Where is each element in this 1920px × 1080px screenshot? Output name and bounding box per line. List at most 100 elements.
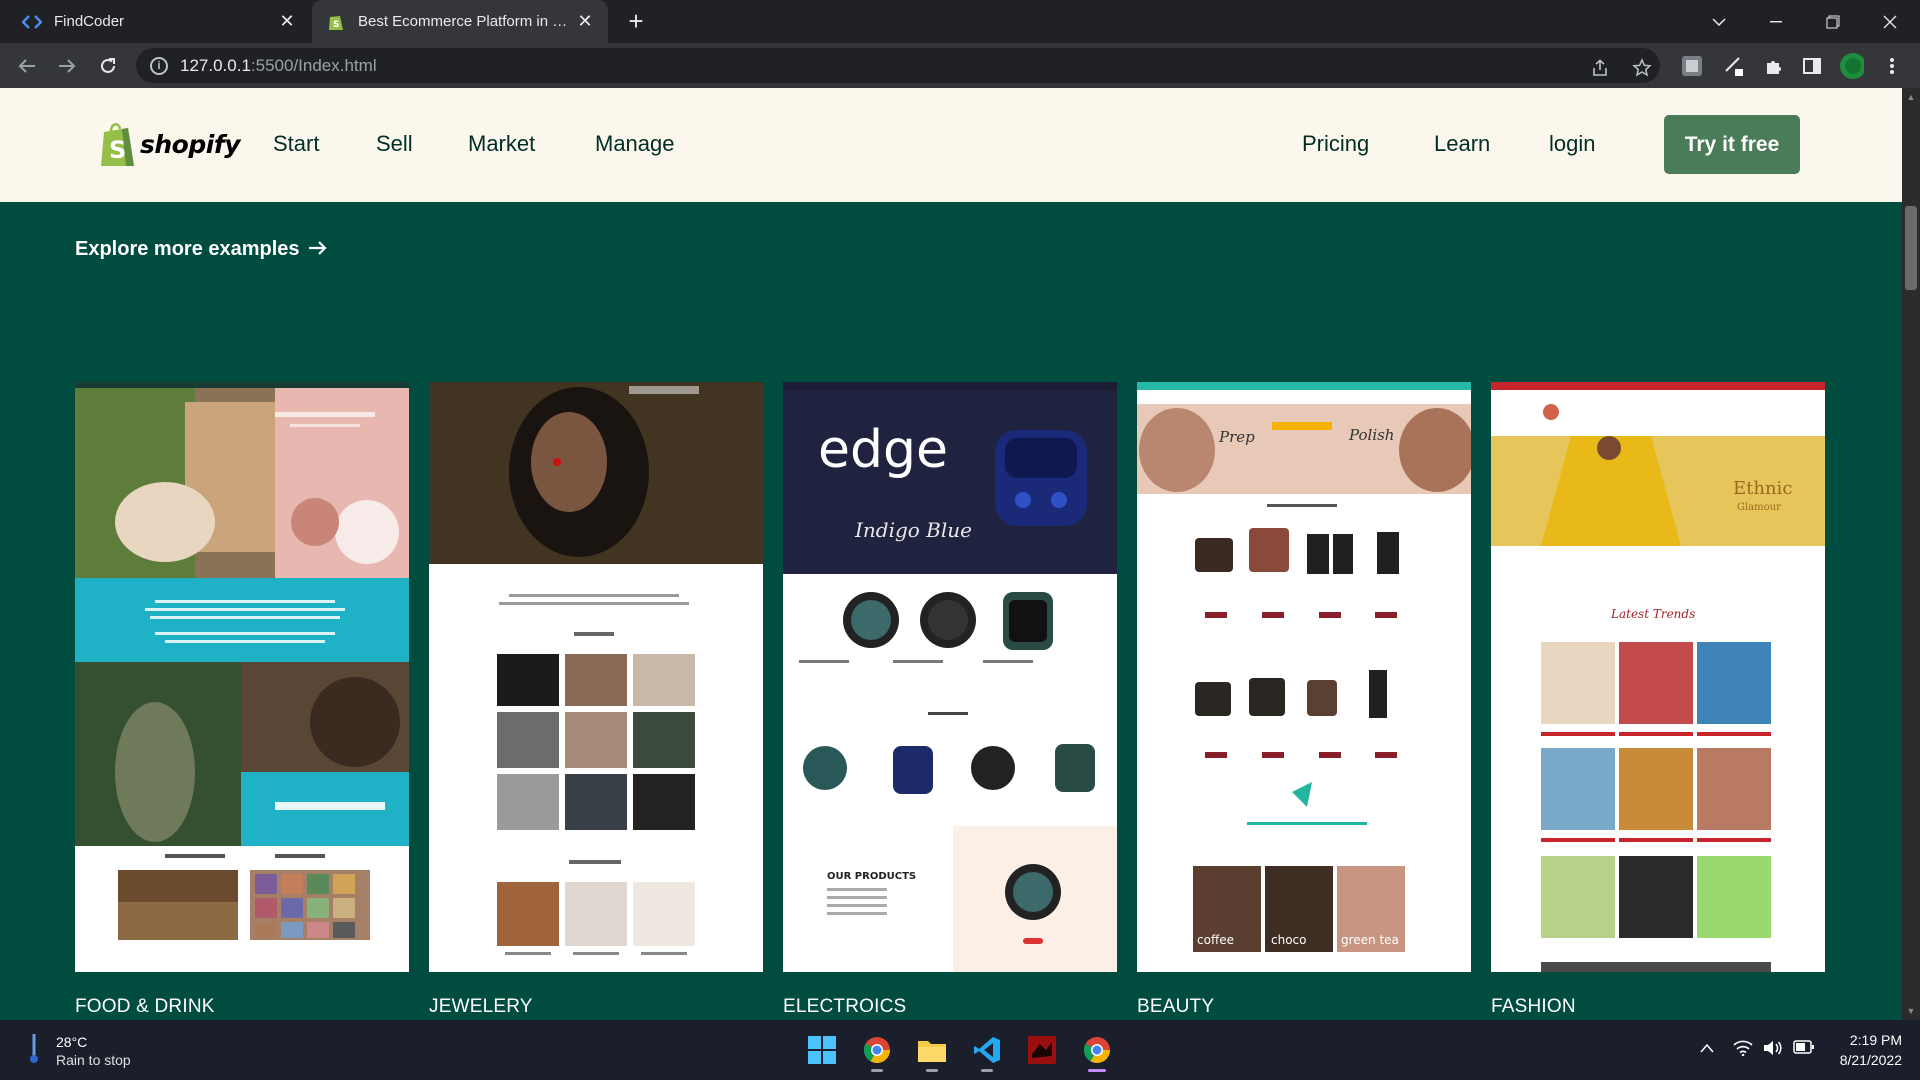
page-viewport: S shopify Start Sell Market Manage Prici…	[0, 88, 1902, 1020]
url-path: :5500/Index.html	[250, 55, 377, 75]
extension-image-icon[interactable]	[1680, 54, 1704, 78]
side-panel-icon[interactable]	[1800, 54, 1824, 78]
rain-icon	[28, 1032, 40, 1069]
shopify-bag-icon: S	[101, 123, 134, 166]
beauty-tag-polish: Polish	[1348, 426, 1394, 444]
chrome-active-taskbar-icon[interactable]	[1077, 1030, 1117, 1072]
game-app-icon[interactable]	[1022, 1030, 1062, 1070]
wifi-icon[interactable]	[1733, 1040, 1753, 1059]
battery-icon[interactable]	[1793, 1040, 1815, 1057]
running-indicator	[926, 1069, 938, 1072]
show-hidden-icons-chevron[interactable]	[1700, 1040, 1714, 1056]
scroll-down-icon[interactable]: ▼	[1906, 1006, 1916, 1016]
svg-text:S: S	[333, 20, 339, 30]
nav-sell[interactable]: Sell	[376, 131, 413, 157]
running-indicator	[871, 1069, 883, 1072]
category-label-jewelery[interactable]: JEWELERY	[429, 996, 533, 1018]
example-card-electronics[interactable]: edge Indigo Blue OUR PRODUCTS	[783, 382, 1117, 972]
chrome-menu-icon[interactable]	[1880, 54, 1904, 78]
scrollbar-thumb[interactable]	[1905, 206, 1917, 290]
profile-avatar[interactable]	[1840, 53, 1864, 79]
page-scrollbar[interactable]: ▲ ▼	[1902, 88, 1920, 1020]
extensions-puzzle-icon[interactable]	[1762, 54, 1786, 78]
code-icon	[22, 12, 42, 32]
food-drink-store-thumbnail	[75, 382, 409, 972]
address-bar[interactable]: i 127.0.0.1 :5500/Index.html	[136, 48, 1660, 83]
bookmark-star-icon[interactable]	[1630, 56, 1654, 80]
explore-more-label: Explore more examples	[75, 237, 300, 260]
example-card-jewelery[interactable]	[429, 382, 763, 972]
tab-title: Best Ecommerce Platform in India	[358, 13, 585, 30]
vscode-icon[interactable]	[967, 1030, 1007, 1072]
volume-icon[interactable]	[1763, 1040, 1783, 1059]
back-arrow-icon[interactable]	[12, 51, 42, 81]
arrow-right-icon	[308, 236, 328, 262]
tab-title: FindCoder	[54, 13, 125, 30]
our-products-heading: OUR PRODUCTS	[827, 871, 916, 882]
site-header: S shopify Start Sell Market Manage Prici…	[0, 88, 1902, 202]
jewelery-store-thumbnail	[429, 382, 763, 972]
share-icon[interactable]	[1588, 56, 1612, 80]
fashion-latest-trends: Latest Trends	[1610, 607, 1695, 621]
weather-description: Rain to stop	[56, 1051, 131, 1068]
system-clock[interactable]: 2:19 PM 8/21/2022	[1822, 1030, 1902, 1070]
clock-date: 8/21/2022	[1839, 1052, 1902, 1068]
beauty-tag-prep: Prep	[1218, 428, 1255, 446]
active-indicator	[1088, 1069, 1106, 1072]
example-card-beauty[interactable]: Prep Polish coffee choco green tea	[1137, 382, 1471, 972]
windows-start-icon[interactable]	[802, 1030, 842, 1070]
category-label-electronics[interactable]: ELECTROICS	[783, 996, 906, 1018]
minimize-button[interactable]	[1749, 0, 1803, 43]
fashion-ethnic-text: Ethnic	[1733, 478, 1792, 499]
tab-shopify[interactable]: S Best Ecommerce Platform in India ✕	[312, 0, 608, 43]
nav-learn[interactable]: Learn	[1434, 131, 1490, 157]
tab-search-chevron-icon[interactable]	[1692, 0, 1746, 43]
example-card-food-drink[interactable]	[75, 382, 409, 972]
shopify-favicon-icon: S	[326, 12, 346, 32]
weather-widget[interactable]: 28°C Rain to stop	[28, 1032, 131, 1069]
running-indicator	[981, 1069, 993, 1072]
beauty-product-green-tea: green tea	[1341, 933, 1399, 947]
explore-more-link[interactable]: Explore more examples	[75, 236, 328, 262]
beauty-product-coffee: coffee	[1197, 933, 1234, 947]
close-tab-icon[interactable]: ✕	[278, 12, 296, 30]
category-label-beauty[interactable]: BEAUTY	[1137, 996, 1214, 1018]
file-explorer-icon[interactable]	[912, 1030, 952, 1072]
nav-manage[interactable]: Manage	[595, 131, 675, 157]
forward-arrow-icon[interactable]	[52, 51, 82, 81]
electronics-store-thumbnail: edge Indigo Blue OUR PRODUCTS	[783, 382, 1117, 972]
clock-time: 2:19 PM	[1849, 1032, 1902, 1048]
category-label-fashion[interactable]: FASHION	[1491, 996, 1576, 1018]
chrome-taskbar-icon[interactable]	[857, 1030, 897, 1072]
new-tab-button[interactable]: +	[622, 8, 650, 36]
beauty-product-choco: choco	[1271, 933, 1306, 947]
indigo-blue-text: Indigo Blue	[854, 518, 972, 542]
logo-text: shopify	[140, 129, 241, 159]
scroll-up-icon[interactable]: ▲	[1906, 92, 1916, 102]
try-it-free-button[interactable]: Try it free	[1664, 115, 1800, 174]
windows-taskbar: 28°C Rain to stop 2:19 PM 8/21/2022	[0, 1020, 1920, 1080]
category-label-food-drink[interactable]: FOOD & DRINK	[75, 996, 215, 1018]
browser-toolbar: i 127.0.0.1 :5500/Index.html	[0, 43, 1920, 88]
example-card-fashion[interactable]: Ethnic Glamour Latest Trends	[1491, 382, 1825, 972]
restore-button[interactable]	[1806, 0, 1860, 43]
fashion-glamour-text: Glamour	[1737, 502, 1781, 513]
nav-login[interactable]: login	[1549, 131, 1595, 157]
edge-brand-text: edge	[818, 420, 948, 480]
nav-start[interactable]: Start	[273, 131, 319, 157]
nav-market[interactable]: Market	[468, 131, 535, 157]
tab-findcoder[interactable]: FindCoder ✕	[0, 0, 310, 43]
reload-icon[interactable]	[93, 51, 123, 81]
fashion-store-thumbnail: Ethnic Glamour Latest Trends	[1491, 382, 1825, 972]
close-window-button[interactable]	[1863, 0, 1917, 43]
nav-pricing[interactable]: Pricing	[1302, 131, 1369, 157]
shopify-logo[interactable]: S shopify	[100, 120, 241, 168]
close-tab-icon[interactable]: ✕	[576, 12, 594, 30]
browser-tab-strip: FindCoder ✕ S Best Ecommerce Platform in…	[0, 0, 1920, 43]
url-host: 127.0.0.1	[180, 55, 251, 75]
site-info-icon[interactable]: i	[150, 56, 168, 75]
beauty-store-thumbnail: Prep Polish coffee choco green tea	[1137, 382, 1471, 972]
extension-pen-icon[interactable]	[1722, 54, 1746, 78]
temperature: 28°C	[56, 1033, 88, 1050]
svg-text:S: S	[109, 136, 126, 164]
